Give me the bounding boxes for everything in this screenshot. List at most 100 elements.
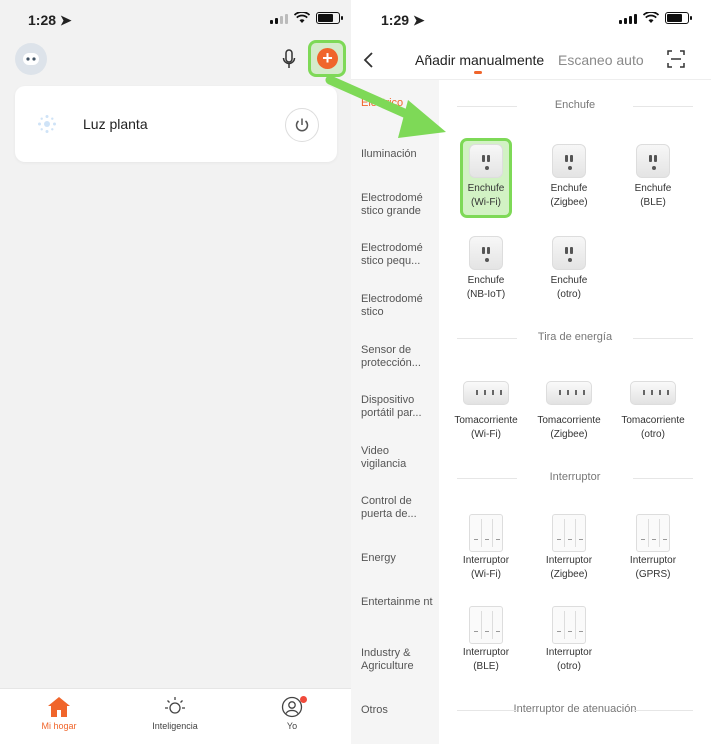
device-sublabel: (BLE) [473, 661, 499, 672]
device-sublabel: (Zigbee) [550, 429, 588, 440]
device-sublabel: (Wi-Fi) [471, 197, 501, 208]
device-strip-other[interactable]: Tomacorriente (otro) [613, 372, 693, 442]
battery-icon [316, 12, 343, 24]
power-icon [295, 118, 309, 132]
plug-icon [552, 144, 586, 178]
switch-icon [469, 514, 503, 552]
device-strip-zigbee[interactable]: Tomacorriente (Zigbee) [529, 372, 609, 442]
power-strip-icon [630, 381, 676, 405]
device-card[interactable]: Luz planta [15, 86, 337, 162]
section-header-dimmer: Interruptor de atenuación [439, 703, 711, 715]
device-sublabel: (otro) [557, 289, 581, 300]
device-switch-zigbee[interactable]: Interruptor (Zigbee) [529, 512, 609, 582]
status-time: 1:28 ➤ [28, 12, 72, 28]
tab-auto-scan[interactable]: Escaneo auto [558, 52, 644, 68]
device-sublabel: (otro) [557, 661, 581, 672]
device-label: Interruptor [545, 647, 593, 658]
sidebar-item-protection-sensor[interactable]: Sensor de protección... [361, 344, 435, 370]
robot-icon [23, 53, 39, 65]
add-device-screen: 1:29 ➤ Añadir manualmente Escaneo auto E… [351, 0, 711, 744]
device-label: Enchufe [467, 183, 505, 194]
tab-home-label: Mi hogar [41, 721, 77, 731]
sidebar-item-industry[interactable]: Industry & Agriculture [361, 647, 435, 673]
scan-icon[interactable] [667, 50, 685, 68]
power-strip-icon [546, 381, 592, 405]
device-switch-ble[interactable]: Interruptor (BLE) [446, 604, 526, 674]
tab-intelligence-label: Inteligencia [152, 721, 198, 731]
power-strip-icon [463, 381, 509, 405]
status-time-right: 1:29 ➤ [381, 12, 425, 28]
section-header-switch: Interruptor [439, 471, 711, 483]
tab-me-label: Yo [286, 721, 298, 731]
device-label: Interruptor [462, 647, 510, 658]
tab-me[interactable]: Yo [247, 693, 337, 731]
device-strip-wifi[interactable]: Tomacorriente (Wi-Fi) [446, 372, 526, 442]
device-switch-wifi[interactable]: Interruptor (Wi-Fi) [446, 512, 526, 582]
section-header-strip: Tira de energía [439, 331, 711, 343]
bottom-tab-bar: Mi hogar Inteligencia Yo [0, 688, 351, 744]
device-label: Tomacorriente [621, 415, 685, 426]
device-plug-other[interactable]: Enchufe (otro) [529, 232, 609, 302]
device-switch-gprs[interactable]: Interruptor (GPRS) [613, 512, 693, 582]
category-sidebar: Eléctrico Iluminación Electrodomé stico … [351, 80, 439, 744]
add-device-button[interactable]: + [317, 48, 338, 69]
device-sublabel: (Wi-Fi) [471, 569, 501, 580]
device-label: Enchufe [550, 183, 588, 194]
top-nav: Añadir manualmente Escaneo auto [351, 40, 711, 80]
device-label: Interruptor [545, 555, 593, 566]
device-plug-nbiot[interactable]: Enchufe (NB-IoT) [446, 232, 526, 302]
status-bar-right: 1:29 ➤ [351, 0, 711, 40]
sidebar-item-video-surveillance[interactable]: Video vigilancia [361, 445, 435, 471]
sidebar-item-electrical[interactable]: Eléctrico [361, 97, 435, 110]
wifi-icon [294, 12, 310, 23]
signal-icon [270, 13, 288, 24]
sun-icon [165, 697, 185, 714]
device-plug-wifi[interactable]: Enchufe (Wi-Fi) [446, 140, 526, 210]
sidebar-item-door-control[interactable]: Control de puerta de... [361, 495, 435, 521]
plug-icon [636, 144, 670, 178]
device-sublabel: (Wi-Fi) [471, 429, 501, 440]
device-plug-ble[interactable]: Enchufe (BLE) [613, 140, 693, 210]
device-switch-other[interactable]: Interruptor (otro) [529, 604, 609, 674]
device-label: Enchufe [634, 183, 672, 194]
device-sublabel: (Zigbee) [550, 197, 588, 208]
sidebar-item-appliance[interactable]: Electrodomé stico [361, 293, 435, 319]
switch-icon [552, 606, 586, 644]
switch-icon [636, 514, 670, 552]
tab-manual-add[interactable]: Añadir manualmente [415, 52, 544, 68]
device-sublabel: (otro) [641, 429, 665, 440]
device-name: Luz planta [83, 116, 148, 132]
device-plug-zigbee[interactable]: Enchufe (Zigbee) [529, 140, 609, 210]
battery-icon [665, 12, 692, 24]
device-label: Tomacorriente [454, 415, 518, 426]
sidebar-item-energy[interactable]: Energy [361, 552, 435, 565]
status-bar: 1:28 ➤ [0, 0, 351, 40]
signal-icon [619, 13, 637, 24]
device-catalog: Enchufe Enchufe (Wi-Fi) Enchufe (Zigbee)… [439, 80, 711, 744]
sidebar-item-other[interactable]: Otros [361, 704, 435, 717]
sidebar-item-entertainment[interactable]: Entertainme nt [361, 596, 435, 609]
back-icon[interactable] [359, 50, 379, 70]
section-header-plug: Enchufe [439, 99, 711, 111]
device-sublabel: (NB-IoT) [466, 289, 506, 300]
sidebar-item-lighting[interactable]: Iluminación [361, 148, 435, 161]
sidebar-item-portable-device[interactable]: Dispositivo portátil par... [361, 394, 435, 420]
device-label: Tomacorriente [537, 415, 601, 426]
device-label: Interruptor [462, 555, 510, 566]
switch-icon [552, 514, 586, 552]
wifi-icon [643, 12, 659, 23]
device-label: Enchufe [550, 275, 588, 286]
power-button[interactable] [285, 108, 319, 142]
tab-home[interactable]: Mi hogar [14, 693, 104, 731]
device-sublabel: (Zigbee) [550, 569, 588, 580]
device-sublabel: (GPRS) [635, 569, 671, 580]
home-screen: 1:28 ➤ + Luz planta Mi hogar Inteligenci… [0, 0, 351, 744]
device-label: Interruptor [629, 555, 677, 566]
tab-intelligence[interactable]: Inteligencia [130, 693, 220, 731]
active-tab-indicator [474, 71, 482, 74]
microphone-icon[interactable] [278, 46, 300, 72]
sidebar-item-large-appliance[interactable]: Electrodomé stico grande [361, 192, 435, 218]
avatar[interactable] [15, 43, 47, 75]
switch-icon [469, 606, 503, 644]
sidebar-item-small-appliance[interactable]: Electrodomé stico pequ... [361, 242, 435, 268]
